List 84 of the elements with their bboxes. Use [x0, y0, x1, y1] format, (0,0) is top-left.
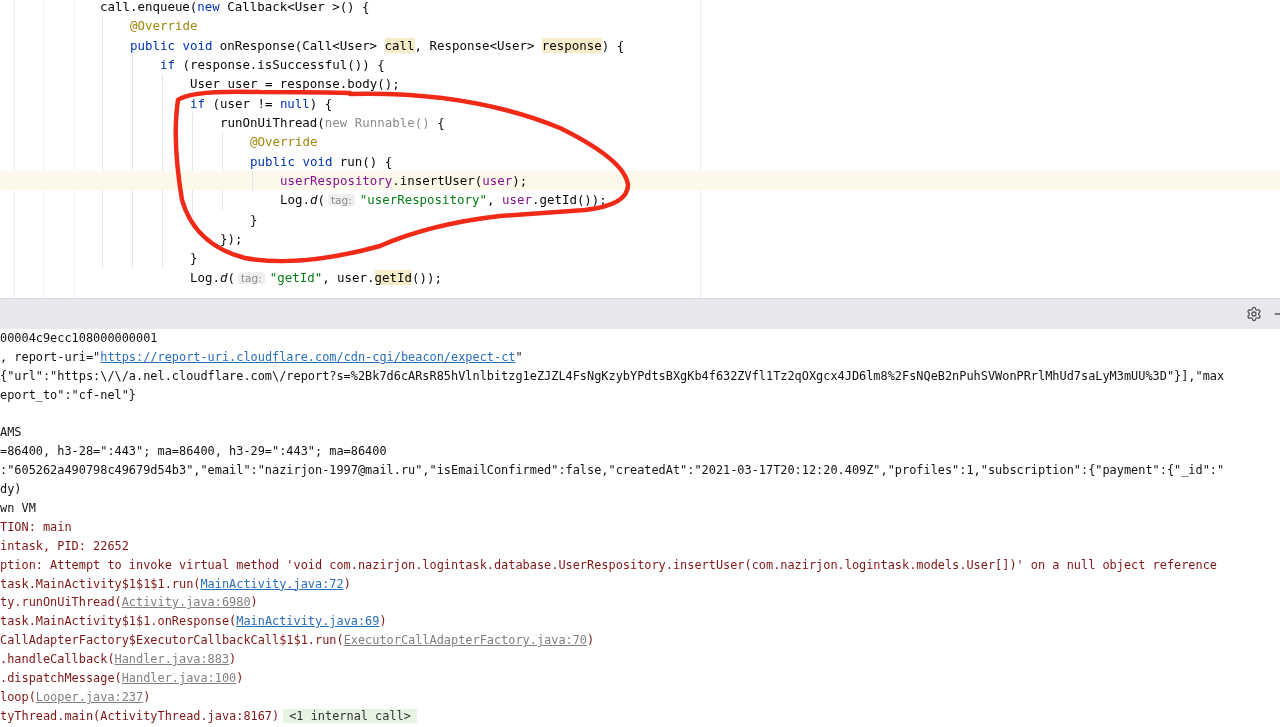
log-text: 00004c9ecc108000000001	[0, 331, 158, 345]
code-token: null	[279, 95, 310, 111]
log-text: CallAdapterFactory$ExecutorCallbackCall$1$1.run(	[0, 633, 344, 648]
code-token: }	[190, 250, 198, 266]
code-token: (	[227, 269, 235, 285]
parameter-hint: tag:	[327, 194, 355, 207]
log-text: , report-uri="	[0, 349, 101, 364]
code-token: Log.	[190, 269, 220, 285]
log-text: task.MainActivity$1$1.onResponse(	[0, 614, 237, 629]
file-link[interactable]: Activity.java:6980	[121, 595, 251, 610]
code-token: userRespository	[280, 173, 393, 189]
code-token: @Override	[250, 134, 318, 150]
file-link[interactable]: https://report-uri.cloudflare.com/cdn-cgi/beacon/expect-ct	[100, 349, 516, 364]
code-token: ());	[412, 269, 442, 285]
code-token: "getId"	[269, 269, 323, 285]
code-token: (	[317, 192, 325, 208]
log-text: ption: Attempt to invoke virtual method 'void com.nazirjon.logintask.database.UserRespository.insertUser(com.nazirjon.logintask.models.User[])' on a null object reference	[0, 557, 1217, 572]
log-text: )	[379, 614, 387, 629]
code-token: .insertUser(	[392, 173, 483, 189]
log-text: loop(	[0, 689, 36, 704]
file-link[interactable]: Handler.java:883	[114, 652, 230, 667]
file-link[interactable]: Handler.java:100	[121, 671, 237, 686]
log-text: "	[515, 349, 523, 364]
settings-icon[interactable]	[1246, 306, 1262, 322]
log-text: )	[229, 652, 237, 667]
code-token: public void	[130, 37, 213, 53]
log-text: )	[250, 595, 258, 610]
code-token: Callback<User >() {	[226, 0, 370, 14]
code-token: call.enqueue(	[100, 0, 198, 14]
code-token: }	[250, 211, 258, 227]
folded-calls[interactable]: <1 internal call>	[283, 708, 417, 723]
code-token: );	[512, 173, 528, 189]
code-token: @Override	[130, 18, 198, 34]
log-text: .handleCallback(	[0, 652, 115, 667]
code-token: d	[309, 192, 318, 208]
code-token: });	[220, 231, 243, 247]
code-token: getId	[374, 269, 412, 285]
log-text: intask, PID: 22652	[0, 538, 129, 553]
code-token: onResponse(Call<User>	[218, 37, 379, 53]
file-link[interactable]: Looper.java:237	[35, 689, 144, 704]
file-link[interactable]: ExecutorCallAdapterFactory.java:70	[343, 633, 588, 648]
log-text: AMS	[0, 425, 22, 440]
code-token: run() {	[338, 153, 393, 169]
code-token: user	[502, 192, 532, 208]
file-link[interactable]: MainActivity.java:72	[200, 576, 344, 591]
code-token: response	[541, 37, 602, 53]
log-text: TION: main	[0, 519, 72, 534]
log-text: )	[587, 633, 595, 648]
file-link[interactable]: MainActivity.java:69	[236, 614, 380, 629]
code-token: (user !=	[211, 95, 274, 111]
log-text: )	[143, 689, 151, 704]
code-token: {	[436, 115, 445, 131]
log-text: dy)	[0, 482, 22, 497]
log-text: )	[236, 671, 244, 686]
code-token: ) {	[309, 95, 333, 111]
code-token: .getId());	[531, 192, 607, 208]
log-text: task.MainActivity$1$1$1.run(	[0, 576, 201, 591]
code-token: d	[219, 269, 228, 285]
code-token: , user.	[322, 269, 375, 285]
log-text: {"url":"https:\/\/a.nel.cloudflare.com\/report?s=%2Bk7d6cARsR85hVlnlbitzg1eZJZL4FsNgKzybYPdtsBXgKb4f632ZVfl1Tz2qOXgcx4JD6lm8%2FsNQeB2nPuhSVWonPRrlMhUd7saLyM3mUU%3D"}],"max	[0, 368, 1225, 383]
code-token: (response.isSuccessful()) {	[181, 57, 385, 73]
log-text: .dispatchMessage(	[0, 671, 122, 686]
code-token: User user = response.body();	[190, 76, 400, 92]
log-text: ty.runOnUiThread(	[0, 595, 122, 610]
log-text: tyThread.main(ActivityThread.java:8167)	[0, 708, 280, 723]
code-token: call	[384, 37, 415, 53]
code-token: , Response<User>	[414, 37, 536, 53]
code-token: "userRespository"	[359, 192, 487, 208]
code-token: if	[160, 57, 175, 73]
code-token: public void	[250, 153, 333, 169]
code-token: Log.	[280, 192, 310, 208]
code-token: runOnUiThread(	[220, 115, 325, 131]
log-text: :"605262a490798c49679d54b3","email":"nazirjon-1997@mail.ru","isEmailConfirmed":false,"createdAt":"2021-03-17T20:12:20.409Z","profiles":1,"subscription":{"payment":{"_id":"	[0, 463, 1225, 478]
log-text: eport_to":"cf-nel"}	[0, 387, 137, 402]
code-token: ) {	[601, 37, 625, 53]
code-token: new Runnable()	[324, 115, 430, 131]
parameter-hint: tag:	[237, 271, 265, 284]
code-token: user	[482, 173, 513, 189]
log-text: =86400, h3-28=":443"; ma=86400, h3-29=":443"; ma=86400	[0, 444, 387, 459]
code-token: new	[197, 0, 220, 14]
log-text: wn VM	[0, 501, 36, 515]
code-token: if	[190, 95, 205, 111]
code-token: ,	[487, 192, 496, 208]
log-text: )	[343, 576, 351, 591]
